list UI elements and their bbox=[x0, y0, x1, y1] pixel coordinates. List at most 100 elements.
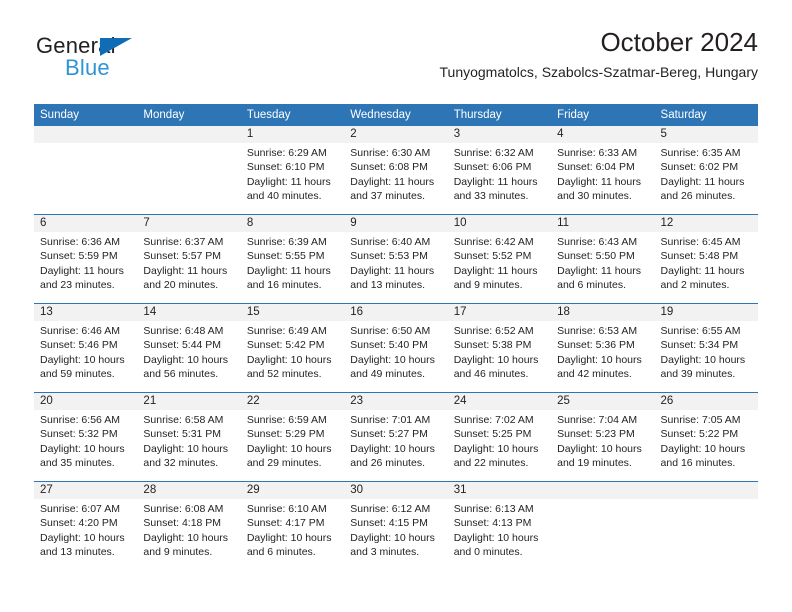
day-number: 24 bbox=[447, 393, 552, 410]
daylight-text: Daylight: 10 hours and 26 minutes. bbox=[350, 442, 435, 469]
calendar-day-cell[interactable]: 13 Sunrise: 6:46 AM Sunset: 5:46 PM Dayligh… bbox=[34, 304, 138, 392]
calendar-day-cell[interactable]: 21 Sunrise: 6:58 AM Sunset: 5:31 PM Dayligh… bbox=[137, 393, 241, 481]
calendar-day-cell[interactable]: 25 Sunrise: 7:04 AM Sunset: 5:23 PM Dayligh… bbox=[551, 393, 655, 481]
day-sun-info: Sunrise: 6:59 AM Sunset: 5:29 PM Daylight:… bbox=[241, 410, 344, 470]
weekday-header-wednesday: Wednesday bbox=[350, 109, 411, 121]
calendar-day-cell[interactable]: 30 Sunrise: 6:12 AM Sunset: 4:15 PM Dayligh… bbox=[344, 482, 448, 570]
calendar-day-cell[interactable]: 7 Sunrise: 6:37 AM Sunset: 5:57 PM Daylight… bbox=[137, 215, 241, 303]
daylight-text: Daylight: 10 hours and 9 minutes. bbox=[143, 531, 229, 558]
daylight-text: Daylight: 10 hours and 32 minutes. bbox=[143, 442, 229, 469]
calendar-day-cell[interactable]: 20 Sunrise: 6:56 AM Sunset: 5:32 PM Dayligh… bbox=[34, 393, 138, 481]
daylight-text: Daylight: 10 hours and 59 minutes. bbox=[40, 353, 125, 380]
weekday-header-saturday: Saturday bbox=[660, 109, 707, 121]
day-number: 15 bbox=[240, 304, 345, 321]
calendar-day-cell[interactable]: 16 Sunrise: 6:50 AM Sunset: 5:40 PM Dayligh… bbox=[344, 304, 448, 392]
sunset-text: Sunset: 5:57 PM bbox=[143, 250, 222, 263]
day-number bbox=[654, 482, 758, 499]
calendar-day-cell[interactable]: 5 Sunrise: 6:35 AM Sunset: 6:02 PM Daylight… bbox=[654, 126, 758, 214]
sunrise-text: Sunrise: 6:56 AM bbox=[40, 414, 120, 426]
calendar-day-cell[interactable]: 3 Sunrise: 6:32 AM Sunset: 6:06 PM Daylight… bbox=[447, 126, 552, 214]
day-number: 29 bbox=[240, 482, 345, 499]
daylight-text: Daylight: 10 hours and 42 minutes. bbox=[557, 353, 642, 380]
calendar-week-row: 13 Sunrise: 6:46 AM Sunset: 5:46 PM Dayligh… bbox=[34, 303, 758, 392]
calendar-day-cell[interactable]: 26 Sunrise: 7:05 AM Sunset: 5:22 PM Dayligh… bbox=[654, 393, 758, 481]
day-number: 14 bbox=[137, 304, 241, 321]
calendar-day-cell[interactable]: 4 Sunrise: 6:33 AM Sunset: 6:04 PM Daylight… bbox=[551, 126, 655, 214]
day-number: 4 bbox=[551, 126, 655, 143]
sunset-text: Sunset: 5:34 PM bbox=[660, 339, 739, 352]
calendar-day-cell[interactable]: 1 Sunrise: 6:29 AM Sunset: 6:10 PM Daylight… bbox=[240, 126, 345, 214]
calendar-day-cell[interactable]: 12 Sunrise: 6:45 AM Sunset: 5:48 PM Dayligh… bbox=[654, 215, 758, 303]
day-number: 23 bbox=[344, 393, 448, 410]
calendar-day-cell-empty[interactable] bbox=[34, 126, 138, 214]
daylight-text: Daylight: 10 hours and 49 minutes. bbox=[350, 353, 435, 380]
day-number: 28 bbox=[137, 482, 241, 499]
calendar-day-cell[interactable]: 18 Sunrise: 6:53 AM Sunset: 5:36 PM Dayligh… bbox=[551, 304, 655, 392]
calendar-day-cell[interactable]: 6 Sunrise: 6:36 AM Sunset: 5:59 PM Daylight… bbox=[34, 215, 138, 303]
day-number: 20 bbox=[34, 393, 138, 410]
day-sun-info: Sunrise: 6:58 AM Sunset: 5:31 PM Daylight:… bbox=[137, 410, 240, 470]
day-sun-info: Sunrise: 6:49 AM Sunset: 5:42 PM Daylight:… bbox=[241, 321, 344, 381]
sunrise-text: Sunrise: 6:45 AM bbox=[660, 236, 741, 248]
calendar-day-cell[interactable]: 24 Sunrise: 7:02 AM Sunset: 5:25 PM Dayligh… bbox=[447, 393, 552, 481]
sunrise-text: Sunrise: 6:32 AM bbox=[453, 147, 534, 159]
calendar-day-cell[interactable]: 22 Sunrise: 6:59 AM Sunset: 5:29 PM Dayligh… bbox=[240, 393, 345, 481]
day-sun-info: Sunrise: 6:29 AM Sunset: 6:10 PM Daylight:… bbox=[241, 143, 344, 203]
sunset-text: Sunset: 5:46 PM bbox=[40, 339, 118, 352]
calendar-day-cell[interactable]: 29 Sunrise: 6:10 AM Sunset: 4:17 PM Dayligh… bbox=[240, 482, 345, 570]
day-sun-info: Sunrise: 6:53 AM Sunset: 5:36 PM Daylight:… bbox=[551, 321, 654, 381]
day-sun-info: Sunrise: 7:04 AM Sunset: 5:23 PM Daylight:… bbox=[551, 410, 654, 470]
day-sun-info: Sunrise: 6:32 AM Sunset: 6:06 PM Daylight:… bbox=[448, 143, 551, 203]
title-block: October 2024 Tunyogmatolcs, Szabolcs-Sza… bbox=[440, 26, 759, 81]
sunset-text: Sunset: 5:50 PM bbox=[557, 250, 635, 263]
calendar-day-cell[interactable]: 17 Sunrise: 6:52 AM Sunset: 5:38 PM Dayligh… bbox=[447, 304, 552, 392]
daylight-text: Daylight: 11 hours and 30 minutes. bbox=[557, 175, 641, 202]
daylight-text: Daylight: 10 hours and 39 minutes. bbox=[660, 353, 746, 380]
sunrise-text: Sunrise: 6:53 AM bbox=[557, 325, 638, 337]
calendar-day-cell[interactable]: 8 Sunrise: 6:39 AM Sunset: 5:55 PM Daylight… bbox=[240, 215, 345, 303]
day-number: 11 bbox=[551, 215, 655, 232]
calendar-day-cell[interactable]: 19 Sunrise: 6:55 AM Sunset: 5:34 PM Dayligh… bbox=[654, 304, 758, 392]
daylight-text: Daylight: 10 hours and 52 minutes. bbox=[246, 353, 332, 380]
sunset-text: Sunset: 4:18 PM bbox=[143, 517, 222, 530]
day-number: 21 bbox=[137, 393, 241, 410]
daylight-text: Daylight: 11 hours and 13 minutes. bbox=[350, 264, 435, 291]
calendar-day-cell[interactable]: 15 Sunrise: 6:49 AM Sunset: 5:42 PM Dayligh… bbox=[240, 304, 345, 392]
calendar-week-row: 27 Sunrise: 6:07 AM Sunset: 4:20 PM Dayligh… bbox=[34, 481, 758, 570]
sunrise-text: Sunrise: 6:08 AM bbox=[143, 503, 224, 515]
sunset-text: Sunset: 5:42 PM bbox=[246, 339, 325, 352]
calendar-day-cell-empty[interactable] bbox=[551, 482, 655, 570]
daylight-text: Daylight: 11 hours and 37 minutes. bbox=[350, 175, 435, 202]
day-sun-info: Sunrise: 6:33 AM Sunset: 6:04 PM Daylight:… bbox=[551, 143, 654, 203]
calendar-day-cell[interactable]: 28 Sunrise: 6:08 AM Sunset: 4:18 PM Dayligh… bbox=[137, 482, 241, 570]
day-sun-info: Sunrise: 6:07 AM Sunset: 4:20 PM Daylight:… bbox=[34, 499, 137, 559]
calendar-day-cell[interactable]: 14 Sunrise: 6:48 AM Sunset: 5:44 PM Dayligh… bbox=[137, 304, 241, 392]
daylight-text: Daylight: 10 hours and 56 minutes. bbox=[143, 353, 229, 380]
calendar-day-cell[interactable]: 10 Sunrise: 6:42 AM Sunset: 5:52 PM Dayligh… bbox=[447, 215, 552, 303]
calendar-week-row: 6 Sunrise: 6:36 AM Sunset: 5:59 PM Daylight… bbox=[34, 214, 758, 303]
sunrise-text: Sunrise: 6:07 AM bbox=[40, 503, 120, 515]
calendar-day-cell[interactable]: 31 Sunrise: 6:13 AM Sunset: 4:13 PM Dayligh… bbox=[447, 482, 552, 570]
calendar-day-cell[interactable]: 9 Sunrise: 6:40 AM Sunset: 5:53 PM Daylight… bbox=[344, 215, 448, 303]
sunrise-text: Sunrise: 6:40 AM bbox=[350, 236, 431, 248]
sunset-text: Sunset: 5:40 PM bbox=[350, 339, 428, 352]
day-number: 26 bbox=[654, 393, 758, 410]
day-number: 25 bbox=[551, 393, 655, 410]
calendar-day-cell-empty[interactable] bbox=[654, 482, 758, 570]
calendar-day-cell[interactable]: 2 Sunrise: 6:30 AM Sunset: 6:08 PM Daylight… bbox=[344, 126, 448, 214]
daylight-text: Daylight: 11 hours and 6 minutes. bbox=[557, 264, 641, 291]
sunrise-text: Sunrise: 6:12 AM bbox=[350, 503, 431, 515]
sunset-text: Sunset: 5:59 PM bbox=[40, 250, 118, 263]
calendar-day-cell[interactable]: 23 Sunrise: 7:01 AM Sunset: 5:27 PM Dayligh… bbox=[344, 393, 448, 481]
calendar-day-cell[interactable]: 11 Sunrise: 6:43 AM Sunset: 5:50 PM Dayligh… bbox=[551, 215, 655, 303]
page-subtitle: Tunyogmatolcs, Szabolcs-Szatmar-Bereg, H… bbox=[439, 64, 759, 80]
calendar-day-cell[interactable]: 27 Sunrise: 6:07 AM Sunset: 4:20 PM Dayligh… bbox=[34, 482, 138, 570]
sunset-text: Sunset: 5:31 PM bbox=[143, 428, 222, 441]
sunset-text: Sunset: 6:08 PM bbox=[350, 161, 428, 174]
calendar-day-cell-empty[interactable] bbox=[137, 126, 241, 214]
daylight-text: Daylight: 10 hours and 19 minutes. bbox=[557, 442, 642, 469]
day-number: 3 bbox=[447, 126, 552, 143]
day-sun-info: Sunrise: 6:42 AM Sunset: 5:52 PM Daylight:… bbox=[448, 232, 551, 292]
weekday-header-friday: Friday bbox=[557, 109, 590, 121]
day-sun-info: Sunrise: 6:52 AM Sunset: 5:38 PM Daylight:… bbox=[448, 321, 551, 381]
